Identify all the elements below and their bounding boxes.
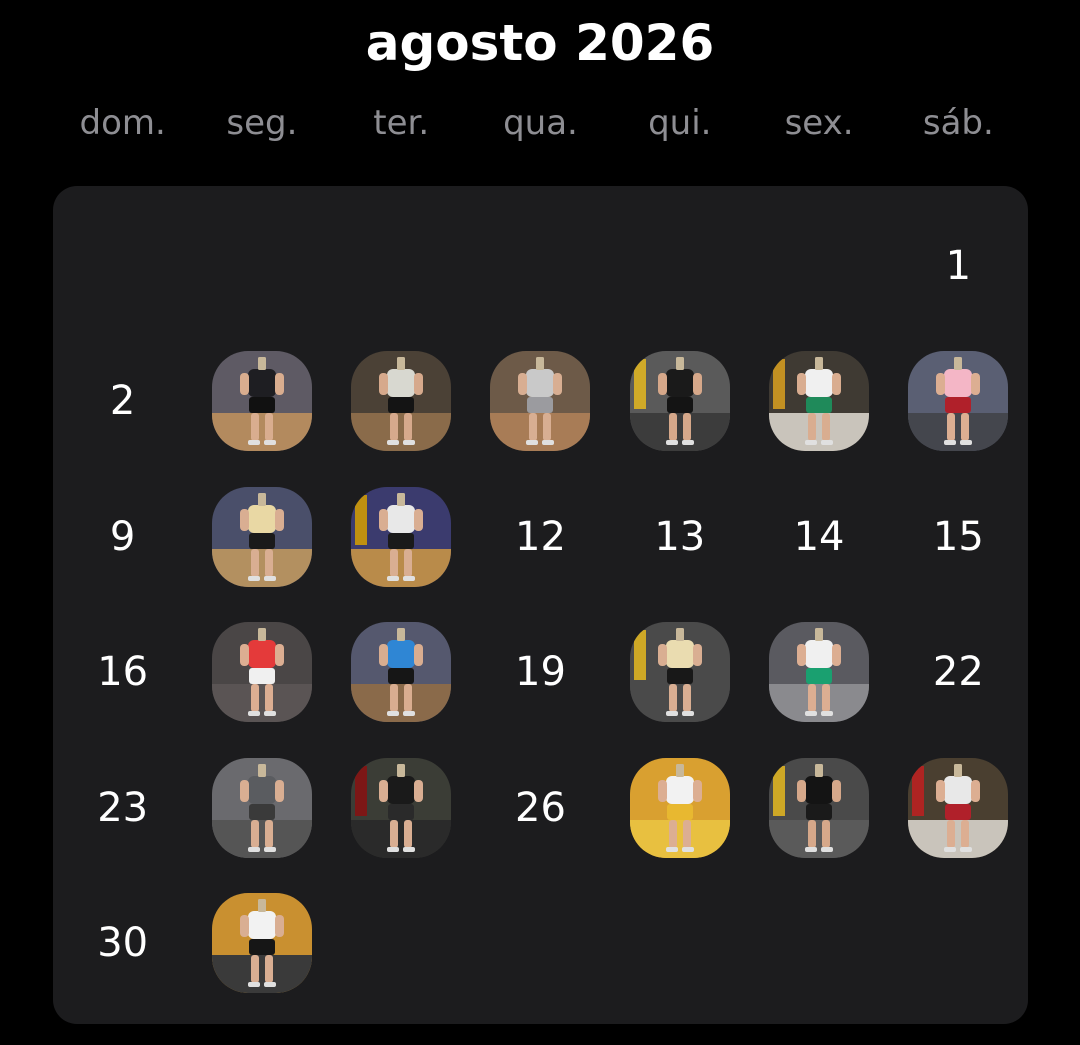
day-cell[interactable] — [192, 469, 331, 605]
day-number: 1 — [945, 242, 972, 289]
progress-photo-icon — [211, 351, 312, 452]
day-cell: 26 — [471, 740, 610, 876]
progress-photo-thumbnail[interactable] — [211, 622, 312, 723]
progress-photo-thumbnail[interactable] — [490, 351, 591, 452]
weekday-header: dom. seg. ter. qua. qui. sex. sáb. — [53, 103, 1028, 143]
progress-photo-icon — [351, 351, 452, 452]
day-number: 23 — [97, 784, 149, 831]
weekday-thu: qui. — [648, 103, 712, 143]
day-number: 26 — [515, 784, 566, 831]
day-cell: 22 — [889, 605, 1028, 741]
progress-photo-thumbnail[interactable] — [769, 351, 870, 452]
progress-photo-thumbnail[interactable] — [629, 622, 730, 723]
weekday-mon: seg. — [226, 103, 298, 143]
progress-photo-thumbnail[interactable] — [351, 757, 452, 858]
progress-photo-thumbnail[interactable] — [211, 893, 312, 994]
day-cell: 15 — [889, 469, 1028, 605]
empty-cell — [471, 198, 610, 334]
month-title: agosto 2026 — [365, 14, 715, 72]
progress-photo-thumbnail[interactable] — [629, 351, 730, 452]
day-cell[interactable] — [192, 740, 331, 876]
progress-photo-icon — [351, 622, 452, 723]
day-cell[interactable] — [332, 740, 471, 876]
day-cell[interactable] — [192, 605, 331, 741]
progress-photo-thumbnail[interactable] — [211, 486, 312, 587]
day-cell[interactable] — [889, 740, 1028, 876]
progress-photo-thumbnail[interactable] — [769, 622, 870, 723]
day-cell: 16 — [53, 605, 192, 741]
day-number: 30 — [97, 920, 149, 967]
day-cell[interactable] — [192, 876, 331, 1012]
progress-photo-icon — [629, 622, 730, 723]
day-cell: 2 — [53, 334, 192, 470]
day-cell: 12 — [471, 469, 610, 605]
empty-cell — [53, 198, 192, 334]
progress-photo-icon — [351, 757, 452, 858]
progress-photo-icon — [211, 757, 312, 858]
day-cell: 1 — [889, 198, 1028, 334]
day-number: 13 — [654, 513, 706, 560]
empty-cell — [610, 198, 749, 334]
progress-photo-icon — [490, 351, 591, 452]
day-cell: 23 — [53, 740, 192, 876]
day-cell[interactable] — [192, 334, 331, 470]
progress-photo-icon — [211, 893, 312, 994]
calendar-card: 1 2 9 12 13 14 15 16 19 22 23 26 30 — [53, 186, 1028, 1024]
day-number: 16 — [97, 649, 149, 696]
day-number: 12 — [515, 513, 566, 560]
day-number: 2 — [109, 378, 136, 425]
weekday-sat: sáb. — [922, 103, 994, 143]
weekday-wed: qua. — [503, 103, 578, 143]
day-cell[interactable] — [332, 469, 471, 605]
day-cell[interactable] — [749, 334, 888, 470]
day-cell[interactable] — [610, 334, 749, 470]
progress-photo-icon — [629, 351, 730, 452]
progress-photo-icon — [211, 486, 312, 587]
day-cell[interactable] — [332, 605, 471, 741]
progress-photo-thumbnail[interactable] — [351, 351, 452, 452]
progress-photo-icon — [769, 622, 870, 723]
calendar-grid: 1 2 9 12 13 14 15 16 19 22 23 26 30 — [53, 198, 1028, 1011]
empty-cell — [749, 198, 888, 334]
day-cell: 9 — [53, 469, 192, 605]
progress-photo-icon — [769, 757, 870, 858]
day-cell: 19 — [471, 605, 610, 741]
progress-photo-thumbnail[interactable] — [908, 351, 1009, 452]
day-cell: 13 — [610, 469, 749, 605]
day-cell[interactable] — [332, 334, 471, 470]
progress-photo-thumbnail[interactable] — [351, 622, 452, 723]
progress-photo-icon — [769, 351, 870, 452]
progress-photo-icon — [351, 486, 452, 587]
day-number: 14 — [793, 513, 845, 560]
day-number: 22 — [932, 649, 984, 696]
day-cell[interactable] — [471, 334, 610, 470]
day-cell[interactable] — [610, 605, 749, 741]
progress-photo-thumbnail[interactable] — [351, 486, 452, 587]
weekday-tue: ter. — [373, 103, 430, 143]
day-number: 19 — [515, 649, 566, 696]
weekday-sun: dom. — [79, 103, 166, 143]
progress-photo-thumbnail[interactable] — [769, 757, 870, 858]
progress-photo-thumbnail[interactable] — [211, 351, 312, 452]
progress-photo-icon — [908, 757, 1009, 858]
day-cell[interactable] — [749, 605, 888, 741]
empty-cell — [192, 198, 331, 334]
progress-photo-thumbnail[interactable] — [908, 757, 1009, 858]
empty-cell — [332, 198, 471, 334]
progress-photo-thumbnail[interactable] — [211, 757, 312, 858]
day-cell[interactable] — [889, 334, 1028, 470]
day-cell[interactable] — [749, 740, 888, 876]
day-cell[interactable] — [610, 740, 749, 876]
progress-photo-icon — [211, 622, 312, 723]
weekday-fri: sex. — [784, 103, 854, 143]
progress-photo-icon — [629, 757, 730, 858]
day-cell: 30 — [53, 876, 192, 1012]
day-number: 15 — [932, 513, 984, 560]
progress-photo-icon — [908, 351, 1009, 452]
day-number: 9 — [109, 513, 136, 560]
progress-photo-thumbnail[interactable] — [629, 757, 730, 858]
day-cell: 14 — [749, 469, 888, 605]
